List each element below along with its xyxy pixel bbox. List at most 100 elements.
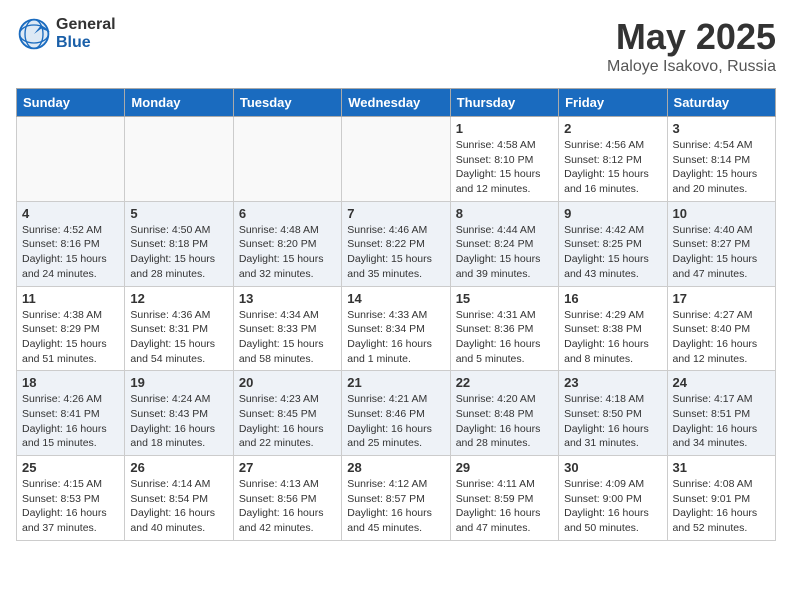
- day-number: 15: [456, 291, 553, 306]
- calendar-cell: 13Sunrise: 4:34 AM Sunset: 8:33 PM Dayli…: [233, 286, 341, 371]
- day-info: Sunrise: 4:48 AM Sunset: 8:20 PM Dayligh…: [239, 223, 336, 282]
- calendar-cell: 21Sunrise: 4:21 AM Sunset: 8:46 PM Dayli…: [342, 371, 450, 456]
- day-number: 1: [456, 121, 553, 136]
- title-block: May 2025 Maloye Isakovo, Russia: [607, 16, 776, 76]
- day-number: 24: [673, 375, 770, 390]
- calendar-cell: 30 Sunrise: 4:09 AM Sunset: 9:00 PM Dayli…: [559, 456, 667, 541]
- calendar-cell: [342, 117, 450, 202]
- day-info: Sunrise: 4:50 AM Sunset: 8:18 PM Dayligh…: [130, 223, 227, 282]
- calendar-cell: 15 Sunrise: 4:31 AM Sunset: 8:36 PM Dayli…: [450, 286, 558, 371]
- calendar-cell: 24 Sunrise: 4:17 AM Sunset: 8:51 PM Dayli…: [667, 371, 775, 456]
- calendar-cell: 4 Sunrise: 4:52 AM Sunset: 8:16 PM Daylig…: [17, 201, 125, 286]
- weekday-header-friday: Friday: [559, 89, 667, 117]
- day-info: Sunrise: 4:33 AM Sunset: 8:34 PM Dayligh…: [347, 308, 444, 367]
- day-info: Sunrise: 4:24 AM Sunset: 8:43 PM Dayligh…: [130, 392, 227, 451]
- day-info: Sunrise: 4:23 AM Sunset: 8:45 PM Dayligh…: [239, 392, 336, 451]
- weekday-header-row: SundayMondayTuesdayWednesdayThursdayFrid…: [17, 89, 776, 117]
- calendar-week-4: 18 Sunrise: 4:26 AM Sunset: 8:41 PM Dayli…: [17, 371, 776, 456]
- calendar-cell: 23Sunrise: 4:18 AM Sunset: 8:50 PM Dayli…: [559, 371, 667, 456]
- day-number: 19: [130, 375, 227, 390]
- day-info: Sunrise: 4:58 AM Sunset: 8:10 PM Dayligh…: [456, 138, 553, 197]
- day-number: 10: [673, 206, 770, 221]
- calendar-cell: 9 Sunrise: 4:42 AM Sunset: 8:25 PM Daylig…: [559, 201, 667, 286]
- day-number: 14: [347, 291, 444, 306]
- day-info: Sunrise: 4:56 AM Sunset: 8:12 PM Dayligh…: [564, 138, 661, 197]
- calendar-cell: [125, 117, 233, 202]
- day-number: 11: [22, 291, 119, 306]
- day-number: 7: [347, 206, 444, 221]
- day-number: 30: [564, 460, 661, 475]
- calendar-cell: 8 Sunrise: 4:44 AM Sunset: 8:24 PM Daylig…: [450, 201, 558, 286]
- day-info: Sunrise: 4:31 AM Sunset: 8:36 PM Dayligh…: [456, 308, 553, 367]
- weekday-header-wednesday: Wednesday: [342, 89, 450, 117]
- calendar-cell: 5 Sunrise: 4:50 AM Sunset: 8:18 PM Daylig…: [125, 201, 233, 286]
- day-info: Sunrise: 4:14 AM Sunset: 8:54 PM Dayligh…: [130, 477, 227, 536]
- day-number: 20: [239, 375, 336, 390]
- calendar-cell: [233, 117, 341, 202]
- day-number: 25: [22, 460, 119, 475]
- day-info: Sunrise: 4:20 AM Sunset: 8:48 PM Dayligh…: [456, 392, 553, 451]
- day-number: 18: [22, 375, 119, 390]
- day-number: 16: [564, 291, 661, 306]
- day-info: Sunrise: 4:15 AM Sunset: 8:53 PM Dayligh…: [22, 477, 119, 536]
- calendar-cell: 17 Sunrise: 4:27 AM Sunset: 8:40 PM Dayli…: [667, 286, 775, 371]
- calendar-week-2: 4 Sunrise: 4:52 AM Sunset: 8:16 PM Daylig…: [17, 201, 776, 286]
- calendar-cell: 16 Sunrise: 4:29 AM Sunset: 8:38 PM Dayli…: [559, 286, 667, 371]
- day-number: 17: [673, 291, 770, 306]
- calendar-week-1: 1 Sunrise: 4:58 AM Sunset: 8:10 PM Daylig…: [17, 117, 776, 202]
- day-number: 26: [130, 460, 227, 475]
- day-info: Sunrise: 4:17 AM Sunset: 8:51 PM Dayligh…: [673, 392, 770, 451]
- day-info: Sunrise: 4:42 AM Sunset: 8:25 PM Dayligh…: [564, 223, 661, 282]
- calendar-cell: 7 Sunrise: 4:46 AM Sunset: 8:22 PM Daylig…: [342, 201, 450, 286]
- calendar-cell: 3 Sunrise: 4:54 AM Sunset: 8:14 PM Daylig…: [667, 117, 775, 202]
- day-info: Sunrise: 4:44 AM Sunset: 8:24 PM Dayligh…: [456, 223, 553, 282]
- weekday-header-saturday: Saturday: [667, 89, 775, 117]
- month-title: May 2025: [607, 16, 776, 58]
- day-number: 29: [456, 460, 553, 475]
- calendar-cell: 6 Sunrise: 4:48 AM Sunset: 8:20 PM Daylig…: [233, 201, 341, 286]
- day-info: Sunrise: 4:12 AM Sunset: 8:57 PM Dayligh…: [347, 477, 444, 536]
- day-number: 8: [456, 206, 553, 221]
- day-info: Sunrise: 4:18 AM Sunset: 8:50 PM Dayligh…: [564, 392, 661, 451]
- day-info: Sunrise: 4:38 AM Sunset: 8:29 PM Dayligh…: [22, 308, 119, 367]
- calendar-cell: 27Sunrise: 4:13 AM Sunset: 8:56 PM Dayli…: [233, 456, 341, 541]
- calendar-table: SundayMondayTuesdayWednesdayThursdayFrid…: [16, 88, 776, 541]
- day-info: Sunrise: 4:11 AM Sunset: 8:59 PM Dayligh…: [456, 477, 553, 536]
- calendar-cell: 19 Sunrise: 4:24 AM Sunset: 8:43 PM Dayli…: [125, 371, 233, 456]
- day-info: Sunrise: 4:09 AM Sunset: 9:00 PM Dayligh…: [564, 477, 661, 536]
- calendar-cell: 25 Sunrise: 4:15 AM Sunset: 8:53 PM Dayli…: [17, 456, 125, 541]
- calendar-cell: [17, 117, 125, 202]
- weekday-header-thursday: Thursday: [450, 89, 558, 117]
- day-info: Sunrise: 4:46 AM Sunset: 8:22 PM Dayligh…: [347, 223, 444, 282]
- day-number: 12: [130, 291, 227, 306]
- calendar-cell: 28 Sunrise: 4:12 AM Sunset: 8:57 PM Dayli…: [342, 456, 450, 541]
- calendar-cell: 31Sunrise: 4:08 AM Sunset: 9:01 PM Dayli…: [667, 456, 775, 541]
- location: Maloye Isakovo, Russia: [607, 58, 776, 76]
- day-info: Sunrise: 4:40 AM Sunset: 8:27 PM Dayligh…: [673, 223, 770, 282]
- calendar-cell: 10 Sunrise: 4:40 AM Sunset: 8:27 PM Dayli…: [667, 201, 775, 286]
- calendar-cell: 18 Sunrise: 4:26 AM Sunset: 8:41 PM Dayli…: [17, 371, 125, 456]
- day-number: 27: [239, 460, 336, 475]
- calendar-cell: 20 Sunrise: 4:23 AM Sunset: 8:45 PM Dayli…: [233, 371, 341, 456]
- day-info: Sunrise: 4:27 AM Sunset: 8:40 PM Dayligh…: [673, 308, 770, 367]
- logo-text: General Blue: [56, 16, 116, 51]
- weekday-header-monday: Monday: [125, 89, 233, 117]
- day-number: 3: [673, 121, 770, 136]
- day-number: 5: [130, 206, 227, 221]
- day-info: Sunrise: 4:36 AM Sunset: 8:31 PM Dayligh…: [130, 308, 227, 367]
- calendar-cell: 29 Sunrise: 4:11 AM Sunset: 8:59 PM Dayli…: [450, 456, 558, 541]
- day-number: 9: [564, 206, 661, 221]
- day-number: 2: [564, 121, 661, 136]
- day-info: Sunrise: 4:29 AM Sunset: 8:38 PM Dayligh…: [564, 308, 661, 367]
- day-info: Sunrise: 4:52 AM Sunset: 8:16 PM Dayligh…: [22, 223, 119, 282]
- day-number: 6: [239, 206, 336, 221]
- calendar-cell: 14 Sunrise: 4:33 AM Sunset: 8:34 PM Dayli…: [342, 286, 450, 371]
- day-info: Sunrise: 4:26 AM Sunset: 8:41 PM Dayligh…: [22, 392, 119, 451]
- day-number: 31: [673, 460, 770, 475]
- day-number: 22: [456, 375, 553, 390]
- day-info: Sunrise: 4:54 AM Sunset: 8:14 PM Dayligh…: [673, 138, 770, 197]
- calendar-cell: 2 Sunrise: 4:56 AM Sunset: 8:12 PM Daylig…: [559, 117, 667, 202]
- day-number: 28: [347, 460, 444, 475]
- page-header: General Blue May 2025 Maloye Isakovo, Ru…: [16, 16, 776, 76]
- day-number: 4: [22, 206, 119, 221]
